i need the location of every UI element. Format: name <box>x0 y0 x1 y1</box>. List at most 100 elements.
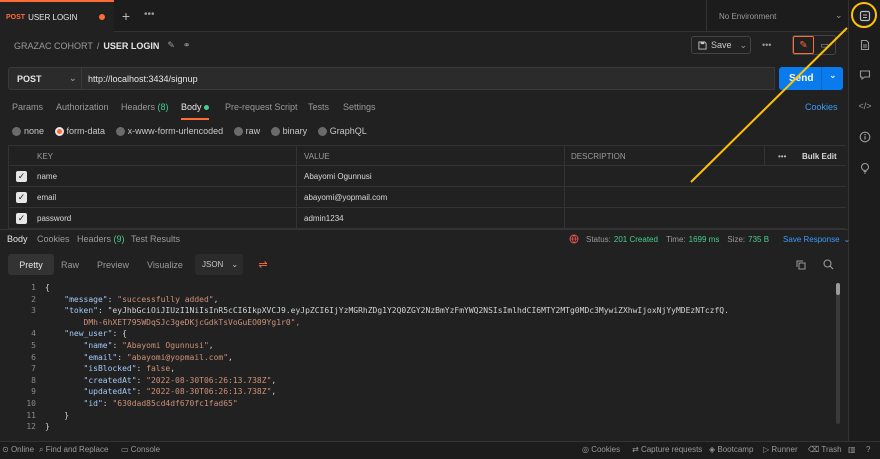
radio-raw[interactable]: raw <box>233 126 260 136</box>
table-more-icon[interactable]: ••• <box>778 146 786 167</box>
online-status[interactable]: ⊙ Online <box>2 445 34 454</box>
breadcrumb-collection[interactable]: GRAZAC COHORT <box>14 41 93 51</box>
code-text: } <box>45 422 50 432</box>
radio-urlencoded[interactable]: x-www-form-urlencoded <box>115 126 223 136</box>
lightbulb-icon[interactable] <box>858 161 872 175</box>
url-input[interactable]: http://localhost:3434/signup <box>82 67 775 90</box>
row-key[interactable]: name <box>37 166 57 187</box>
runner-button[interactable]: ▷ Runner <box>763 445 798 454</box>
send-button[interactable]: Send ⌄ <box>779 67 843 90</box>
method-select[interactable]: POST ⌄ <box>8 67 82 90</box>
resp-tab-cookies[interactable]: Cookies <box>37 234 70 244</box>
info-icon[interactable] <box>858 130 872 144</box>
more-actions-icon[interactable]: ••• <box>762 40 771 50</box>
row-checkbox[interactable]: ✓ <box>16 187 27 208</box>
tab-authorization[interactable]: Authorization <box>56 102 109 112</box>
time-value: 1699 ms <box>688 234 720 244</box>
row-value[interactable]: abayomi@yopmail.com <box>304 187 387 208</box>
tab-body-label: Body <box>181 102 202 112</box>
format-preview[interactable]: Preview <box>97 254 129 275</box>
code-line: 1{ <box>0 282 840 294</box>
radio-binary-label: binary <box>282 126 308 136</box>
edit-name-pencil-icon[interactable]: ✎ <box>167 40 175 51</box>
radio-graphql[interactable]: GraphQL <box>317 126 367 136</box>
radio-none-label: none <box>24 126 45 136</box>
tab-prerequest-script[interactable]: Pre-request Script <box>225 102 298 112</box>
help-icon[interactable]: ? <box>866 445 870 454</box>
resp-tab-headers[interactable]: Headers (9) <box>77 234 125 244</box>
resp-tab-body[interactable]: Body <box>7 234 28 244</box>
tab-body[interactable]: Body <box>181 102 210 120</box>
radio-dot-icon <box>233 126 243 136</box>
row-checkbox[interactable]: ✓ <box>16 166 27 187</box>
tab-user-login[interactable]: POST USER LOGIN <box>0 0 114 32</box>
trash-button[interactable]: ⌫ Trash <box>808 445 842 454</box>
radio-binary[interactable]: binary <box>270 126 308 136</box>
row-key[interactable]: password <box>37 208 71 229</box>
response-scrollbar[interactable] <box>836 283 840 424</box>
line-number: 1 <box>31 283 36 292</box>
documentation-icon[interactable] <box>858 38 872 52</box>
layout-icon[interactable]: ▥ <box>848 445 856 454</box>
save-response-chevron-icon[interactable]: ⌄ <box>844 235 851 244</box>
row-value[interactable]: Abayomi Ogunnusi <box>304 166 372 187</box>
line-number: 12 <box>26 422 36 432</box>
environment-select[interactable]: No Environment ⌄ <box>706 0 848 32</box>
tab-headers-count: (8) <box>157 102 169 112</box>
console-button[interactable]: ▭ Console <box>121 445 160 454</box>
resp-tab-headers-count: (9) <box>113 234 125 244</box>
row-value[interactable]: admin1234 <box>304 208 344 229</box>
send-chevron-icon[interactable]: ⌄ <box>829 70 837 81</box>
code-icon[interactable]: </> <box>858 99 872 113</box>
code-line: 4 "new_user": { <box>0 328 840 340</box>
radio-dot-icon <box>270 126 280 136</box>
header-key: KEY <box>37 152 54 161</box>
link-icon[interactable]: ⚭ <box>183 40 191 51</box>
code-text: "email": "abayomi@yopmail.com", <box>83 352 233 362</box>
code-line: 5 "name": "Abayomi Ogunnusi", <box>0 340 840 352</box>
format-visualize[interactable]: Visualize <box>147 254 183 275</box>
status-label: Status: <box>586 234 611 244</box>
copy-icon[interactable] <box>796 254 806 275</box>
find-replace-button[interactable]: ⌕ Find and Replace <box>39 445 108 455</box>
radio-dot-icon <box>317 126 327 136</box>
save-response-button[interactable]: Save Response <box>783 235 839 244</box>
breadcrumb: GRAZAC COHORT / USER LOGIN ✎ ⚭ <box>14 40 190 51</box>
new-tab-plus-icon[interactable]: + <box>118 8 134 24</box>
format-raw[interactable]: Raw <box>61 254 79 275</box>
checkmark-icon: ✓ <box>16 192 27 203</box>
format-pretty[interactable]: Pretty <box>8 254 54 275</box>
bootcamp-button[interactable]: ◈ Bootcamp <box>709 445 753 454</box>
code-text: "token": "eyJhbGciOiJIUzI1NiIsInR5cCI6Ik… <box>64 306 729 316</box>
line-number: 11 <box>26 410 36 420</box>
tab-tests[interactable]: Tests <box>308 102 329 112</box>
row-checkbox[interactable]: ✓ <box>16 208 27 229</box>
save-button[interactable]: Save ⌄ <box>691 36 751 54</box>
line-number: 8 <box>31 375 36 385</box>
comments-icon[interactable] <box>858 68 872 82</box>
comment-mode-icon[interactable]: ▭ <box>814 36 835 54</box>
runner-label: Runner <box>771 445 798 454</box>
cookies-button[interactable]: ◎ Cookies <box>582 445 620 454</box>
bulk-edit-button[interactable]: Bulk Edit <box>802 146 837 167</box>
capture-requests-button[interactable]: ⇄ Capture requests <box>632 445 702 454</box>
radio-none[interactable]: none <box>12 126 44 136</box>
more-tabs-icon[interactable]: ••• <box>144 9 155 20</box>
tab-settings[interactable]: Settings <box>343 102 376 112</box>
tab-headers-label: Headers <box>121 102 156 112</box>
format-type-select[interactable]: JSON ⌄ <box>195 254 243 275</box>
resp-tab-test-results[interactable]: Test Results <box>131 234 180 244</box>
edit-mode-pencil-icon[interactable]: ✎ <box>793 36 815 54</box>
response-scroll-thumb[interactable] <box>836 283 840 295</box>
row-key[interactable]: email <box>37 187 56 208</box>
wrap-lines-icon[interactable]: ⇌ <box>252 254 274 275</box>
radio-form-data[interactable]: form-data <box>54 126 105 136</box>
code-text: "createdAt": "2022-08-30T06:26:13.738Z", <box>83 375 277 385</box>
code-text: "new_user": { <box>64 329 127 339</box>
tab-headers[interactable]: Headers (8) <box>121 102 169 112</box>
tab-params[interactable]: Params <box>12 102 43 112</box>
table-header-row: KEY VALUE DESCRIPTION ••• Bulk Edit <box>8 145 846 166</box>
response-body-code[interactable]: 1{2 "message": "successfully added", 3 "t… <box>0 282 848 432</box>
search-icon[interactable] <box>823 254 834 275</box>
cookies-link[interactable]: Cookies <box>805 102 838 112</box>
